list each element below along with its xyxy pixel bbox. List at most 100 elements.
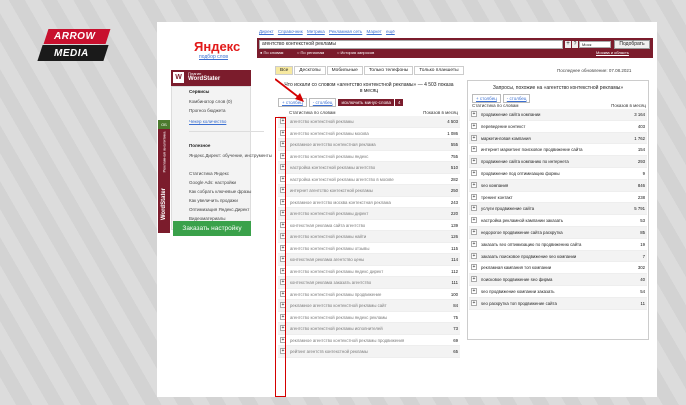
table-row[interactable]: + агентство контекстной рекламы москва 1 0… [278,128,460,139]
phrase-link[interactable]: seo компания [481,180,508,192]
phrase-link[interactable]: тренинг контакт [481,192,513,204]
table-row[interactable]: + тренинг контакт 238 [469,192,647,204]
nav-direct[interactable]: Директ [259,29,274,34]
table-row[interactable]: + рекламное агентство контекстная реклама… [278,139,460,151]
table-row[interactable]: + агентство контекстной рекламы продвижен… [278,289,460,300]
phrase-link[interactable]: интернет маркетинг поисковое продвижение… [481,144,583,156]
region-select[interactable]: Моск [579,41,611,48]
add-phrase-icon[interactable]: + [471,287,477,294]
phrase-link[interactable]: заказать seo оптимизацию по продвижению … [481,239,581,251]
phrase-link[interactable]: рекламное агентство москва контекстная р… [290,197,391,208]
phrase-link[interactable]: маркетинговая компания [481,133,531,145]
add-phrase-icon[interactable]: + [471,158,477,165]
add-phrase-icon[interactable]: + [471,122,477,129]
phrase-link[interactable]: рекламное агентство контекстной рекламы … [290,300,387,311]
phrase-link[interactable]: рекламное агентство контекстная реклама [290,139,376,150]
phrase-link[interactable]: агентство контекстной рекламы продвижени… [290,289,381,300]
table-row[interactable]: + seo компания 846 [469,179,647,192]
radio-history[interactable]: ○ История запросов [337,50,374,55]
search-input[interactable]: агентство контекстной рекламы [259,40,563,49]
nav-metrika[interactable]: Метрика [307,29,325,34]
tab-wordstater[interactable]: WordStater [158,175,170,233]
table-row[interactable]: + агентство контекстной рекламы 4 503 [278,116,460,128]
phrase-link[interactable]: агентство контекстной рекламы исполнител… [290,323,383,334]
add-phrase-icon[interactable]: + [471,217,477,224]
phrase-link[interactable]: продвижение сайта компании [481,109,540,121]
table-row[interactable]: + продвижение сайта компанию по интернета… [469,156,647,168]
phrase-link[interactable]: seo раскрутка топ продвижение сайта [481,298,557,310]
exclude-minus-words-button[interactable]: исключить минус-слова [338,99,394,106]
table-row[interactable]: + поисковое продвижение seo фирма 40 [469,274,647,286]
table-row[interactable]: + продвижение сайта компании 3 164 [469,109,647,121]
radio-by-regions[interactable]: ○ По регионам [297,50,324,55]
add-phrase-icon[interactable]: + [471,264,477,271]
tab-mobile[interactable]: Мобильные [326,66,363,75]
phrase-link[interactable]: агентство контекстной рекламы найти [290,231,366,242]
order-setup-button[interactable]: Заказать настройку [173,221,251,236]
phrase-link[interactable]: рекламная кампания топ компании [481,262,551,274]
pick-button[interactable]: Подобрать [614,40,650,49]
right-remove-column-button[interactable]: - столбец [502,94,531,103]
add-phrase-icon[interactable]: + [471,228,477,235]
phrase-link[interactable]: агентство контекстной рекламы москва [290,128,369,139]
table-row[interactable]: + переведение контекст 403 [469,121,647,133]
table-row[interactable]: + агентство контекстной рекламы яндекс ре… [278,312,460,323]
table-row[interactable]: + настройка контекстной рекламы агентство… [278,174,460,185]
table-row[interactable]: + маркетинговая компания 1 762 [469,132,647,145]
add-phrase-icon[interactable]: + [471,299,477,306]
table-row[interactable]: + интернет агентство контекстной рекламы 2… [278,185,460,197]
useful-item-phrases[interactable]: Как собрать ключевые фразы [189,189,251,194]
useful-item-google[interactable]: Google Ads: настройки [189,180,236,185]
phrase-link[interactable]: интернет агентство контекстной рекламы [290,185,373,196]
tab-ad-analytics[interactable]: Рекламная аналитика [158,129,170,175]
table-row[interactable]: + агентство контекстной рекламы яндекс ди… [278,266,460,277]
table-row[interactable]: + интернет маркетинг поисковое продвижени… [469,144,647,157]
table-row[interactable]: + настройка рекламной кампании заказать 53 [469,215,647,227]
phrase-link[interactable]: агентство контекстной рекламы яндекс дир… [290,266,383,277]
phrase-link[interactable]: настройка рекламной кампании заказать [481,215,563,227]
nav-ad-network[interactable]: Рекламная сеть [329,29,362,34]
region-link[interactable]: Москва и область [596,50,629,55]
tab-desktop[interactable]: Десктопы [294,66,326,75]
add-phrase-icon[interactable]: + [471,181,477,188]
table-row[interactable]: + продвижение под оптимизацию формы 9 [469,168,647,180]
phrase-link[interactable]: поисковое продвижение seo фирма [481,274,552,286]
phrase-link[interactable]: настройка контекстной рекламы агентство [290,162,375,173]
help-icon[interactable]: ? [572,41,578,48]
tab-ob[interactable]: ОБ [158,120,170,129]
phrase-link[interactable]: заказать поисковое продвижение seo компа… [481,251,576,263]
phrase-link[interactable]: агентство контекстной рекламы яндекс [290,151,368,162]
phrase-link[interactable]: переведение контекст [481,121,525,133]
add-phrase-icon[interactable]: + [471,111,477,117]
radio-by-words[interactable]: ● По словам [260,50,283,55]
table-row[interactable]: + агентство контекстной рекламы директ 220 [278,208,460,220]
table-row[interactable]: + контекстная реклама заказать агентство 1… [278,277,460,289]
table-row[interactable]: + услуги продвижение сайта 5 791 [469,203,647,216]
phrase-link[interactable]: контекстная реклама сайта агентство [290,220,365,231]
phrase-link[interactable]: настройка контекстной рекламы агентство … [290,174,394,185]
sidebar-item-combinator[interactable]: Комбинатор слов (0) [189,99,232,104]
add-phrase-icon[interactable]: + [471,134,477,141]
table-row[interactable]: + заказать seo оптимизацию по продвижению… [469,239,647,251]
add-phrase-icon[interactable]: + [471,205,477,212]
table-row[interactable]: + рейтинг агентств контекстной рекламы 65 [278,346,460,358]
table-row[interactable]: + заказать поисковое продвижение seo комп… [469,250,647,263]
table-row[interactable]: + агентство контекстной рекламы исполните… [278,323,460,335]
add-phrase-icon[interactable]: + [471,240,477,247]
phrase-link[interactable]: услуги продвижение сайта [481,203,534,215]
phrase-link[interactable]: рекламное агентство контекстной рекламы … [290,335,404,346]
useful-item-stats[interactable]: Статистика Яндекс [189,171,229,176]
useful-item-sales[interactable]: Как увеличить продажи [189,198,238,203]
table-row[interactable]: + рекламная кампания топ компании 302 [469,262,647,275]
nav-reference[interactable]: Справочник [278,29,303,34]
phrase-link[interactable]: рейтинг агентств контекстной рекламы [290,346,368,357]
table-row[interactable]: + seo продвижение компании заказать 54 [469,286,647,298]
table-row[interactable]: + seo раскрутка топ продвижение сайта 11 [469,297,647,310]
tab-phones[interactable]: Только телефоны [363,66,414,75]
useful-item-optimization[interactable]: Оптимизация Яндекс.Директ [189,207,250,212]
tab-all[interactable]: Все [275,66,294,75]
count-badge[interactable]: 4 [394,99,404,106]
table-row[interactable]: + рекламное агентство контекстной рекламы… [278,300,460,312]
table-row[interactable]: + рекламное агентство москва контекстная … [278,197,460,208]
phrase-link[interactable]: агентство контекстной рекламы отзывы [290,243,369,254]
